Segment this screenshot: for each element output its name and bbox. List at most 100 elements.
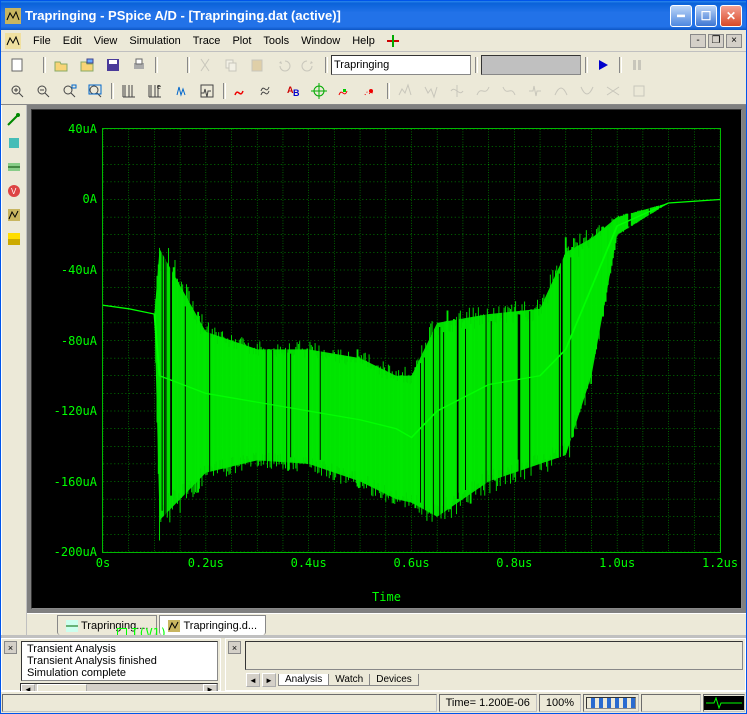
marker2-icon[interactable]: [4, 205, 24, 225]
zoom-out-button[interactable]: [31, 80, 55, 102]
tab-devices[interactable]: Devices: [369, 674, 419, 686]
svg-text:e: e: [157, 84, 161, 91]
close-button[interactable]: ✕: [720, 5, 742, 27]
menu-help[interactable]: Help: [346, 33, 381, 49]
y-tick-label: -80uA: [61, 334, 103, 348]
x-tick-label: 0.4us: [291, 552, 327, 570]
mdi-minimize-button[interactable]: -: [690, 34, 706, 48]
log-y-button[interactable]: e: [143, 80, 167, 102]
app-icon: [5, 8, 21, 24]
x-tick-label: 0.6us: [393, 552, 429, 570]
menu-edit[interactable]: Edit: [57, 33, 88, 49]
pause-button: [625, 54, 649, 76]
save-button[interactable]: [101, 54, 125, 76]
plot-area[interactable]: 40uA0A-40uA-80uA-120uA-160uA-200uA0s0.2u…: [102, 128, 721, 553]
y-tick-label: 0A: [83, 192, 103, 206]
tab-nav-left[interactable]: ◄: [246, 673, 260, 687]
open-button[interactable]: [49, 54, 73, 76]
y-tick-label: -160uA: [54, 475, 103, 489]
run-button[interactable]: [591, 54, 615, 76]
minimize-button[interactable]: ━: [670, 5, 692, 27]
menu-tools[interactable]: Tools: [257, 33, 295, 49]
tab-nav-right[interactable]: ►: [262, 673, 276, 687]
maximize-button[interactable]: ☐: [695, 5, 717, 27]
probe-v-icon[interactable]: [4, 109, 24, 129]
x-axis-title: Time: [372, 590, 401, 604]
progress-bar: [586, 697, 636, 709]
csr6-button: [523, 80, 547, 102]
undo-button: [271, 54, 295, 76]
log-item: Transient Analysis: [23, 643, 216, 655]
csr5-button: [497, 80, 521, 102]
marker3-icon[interactable]: [4, 229, 24, 249]
tab-dat[interactable]: Trapringing.d...: [159, 615, 266, 635]
x-tick-label: 0.8us: [496, 552, 532, 570]
csr1-button: [393, 80, 417, 102]
schematic-combo: [481, 55, 581, 75]
tab-analysis[interactable]: Analysis: [278, 674, 329, 686]
toolbar-1: Trapringing: [1, 52, 746, 78]
status-bar: Time= 1.200E-06 100%: [1, 691, 746, 713]
marker-icon[interactable]: V: [4, 181, 24, 201]
window-title: Trapringing - PSpice A/D - [Trapringing.…: [25, 8, 341, 23]
zoom-fit-button[interactable]: [83, 80, 107, 102]
menu-file[interactable]: File: [27, 33, 57, 49]
mdi-restore-button[interactable]: ❐: [708, 34, 724, 48]
status-percent: 100%: [539, 694, 581, 712]
app-window: Trapringing - PSpice A/D - [Trapringing.…: [0, 0, 747, 714]
cadence-icon: [385, 33, 401, 49]
csr10-button: [627, 80, 651, 102]
zoom-area-button[interactable]: [57, 80, 81, 102]
log-close-button[interactable]: ×: [4, 641, 17, 654]
copy-button: [219, 54, 243, 76]
cut-button: [193, 54, 217, 76]
menu-view[interactable]: View: [88, 33, 124, 49]
plot-window[interactable]: 40uA0A-40uA-80uA-120uA-160uA-200uA0s0.2u…: [31, 109, 742, 609]
x-tick-label: 1.0us: [599, 552, 635, 570]
watch-tabs: ◄ ► Analysis Watch Devices: [244, 672, 743, 688]
y-tick-label: -40uA: [61, 263, 103, 277]
watch-listbox[interactable]: [245, 641, 743, 670]
redo-button: [297, 54, 321, 76]
mdi-close-button[interactable]: ×: [726, 34, 742, 48]
menu-plot[interactable]: Plot: [226, 33, 257, 49]
x-tick-label: 0s: [96, 552, 110, 570]
text-label-button[interactable]: AB: [281, 80, 305, 102]
log-item: Simulation complete: [23, 667, 216, 679]
mark2-button[interactable]: [359, 80, 383, 102]
csr9-button: [601, 80, 625, 102]
mark-button[interactable]: [333, 80, 357, 102]
title-bar[interactable]: Trapringing - PSpice A/D - [Trapringing.…: [1, 1, 746, 30]
perf-button[interactable]: [195, 80, 219, 102]
eval-goal-button[interactable]: [255, 80, 279, 102]
menu-trace[interactable]: Trace: [187, 33, 227, 49]
menu-simulation[interactable]: Simulation: [123, 33, 186, 49]
simulation-combo[interactable]: Trapringing: [331, 55, 471, 75]
tab-watch[interactable]: Watch: [328, 674, 370, 686]
print-button[interactable]: [127, 54, 151, 76]
log-x-button[interactable]: [117, 80, 141, 102]
legend[interactable]: I(V1): [117, 626, 167, 635]
zoom-in-button[interactable]: [5, 80, 29, 102]
menu-app-icon: [5, 33, 21, 49]
log-listbox[interactable]: Transient Analysis Transient Analysis fi…: [21, 641, 218, 681]
x-tick-label: 1.2us: [702, 552, 738, 570]
csr8-button: [575, 80, 599, 102]
y-tick-label: 40uA: [68, 122, 103, 136]
open2-button[interactable]: [75, 54, 99, 76]
watch-close-button[interactable]: ×: [228, 641, 241, 654]
y-tick-label: -120uA: [54, 404, 103, 418]
csr4-button: [471, 80, 495, 102]
x-tick-label: 0.2us: [188, 552, 224, 570]
add-trace-button[interactable]: [229, 80, 253, 102]
status-time: Time= 1.200E-06: [439, 694, 537, 712]
ekg-icon: [704, 696, 744, 710]
menu-window[interactable]: Window: [295, 33, 346, 49]
probe-w-icon[interactable]: [4, 157, 24, 177]
csr7-button: [549, 80, 573, 102]
cursor-button[interactable]: [307, 80, 331, 102]
probe-i-icon[interactable]: [4, 133, 24, 153]
svg-text:B: B: [293, 88, 300, 98]
fft-button[interactable]: [169, 80, 193, 102]
new-button[interactable]: [5, 54, 29, 76]
